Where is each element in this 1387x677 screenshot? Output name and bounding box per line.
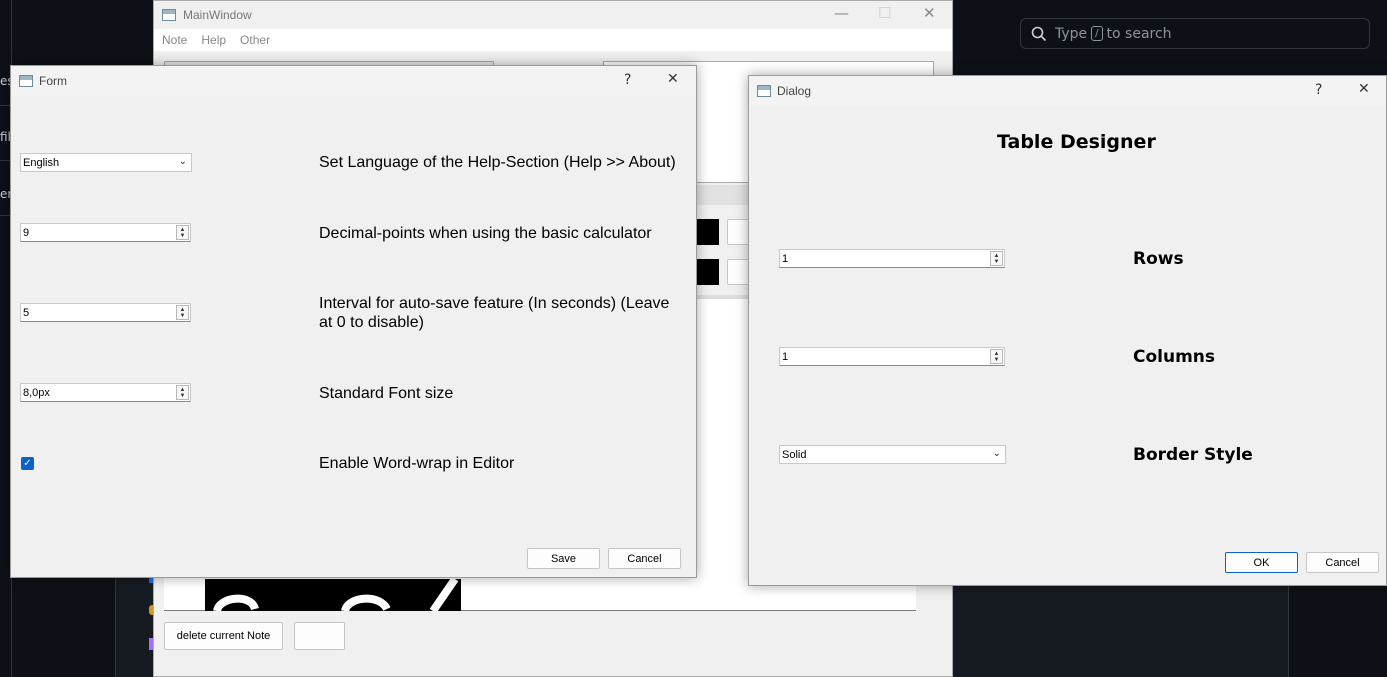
- app-icon: [757, 85, 771, 97]
- form-title: Form: [39, 74, 67, 88]
- color-swatch[interactable]: [694, 219, 719, 245]
- wordwrap-checkbox[interactable]: ✓: [21, 457, 34, 470]
- help-icon[interactable]: ?: [1315, 82, 1322, 98]
- chevron-down-icon: ⌄: [992, 448, 1001, 459]
- fontsize-label: Standard Font size: [319, 385, 454, 402]
- spin-arrows-icon[interactable]: ▲ ▼: [990, 349, 1003, 364]
- cancel-button[interactable]: Cancel: [1306, 552, 1379, 573]
- language-select[interactable]: English ⌄: [20, 153, 192, 172]
- color-swatch[interactable]: [694, 259, 719, 285]
- rows-value: 1: [782, 252, 789, 265]
- decimal-label: Decimal-points when using the basic calc…: [319, 225, 652, 242]
- rows-spinbox[interactable]: 1 ▲ ▼: [779, 249, 1005, 268]
- search-placeholder: to search: [1106, 25, 1172, 42]
- rows-label: Rows: [1133, 249, 1184, 269]
- save-button[interactable]: Save: [527, 548, 600, 569]
- language-value: English: [23, 156, 60, 169]
- spin-arrows-icon[interactable]: ▲ ▼: [176, 385, 189, 400]
- autosave-value: 5: [23, 306, 30, 319]
- menu-other[interactable]: Other: [240, 33, 270, 47]
- delete-note-button[interactable]: delete current Note: [164, 622, 283, 650]
- close-icon[interactable]: ✕: [923, 4, 936, 22]
- search-input[interactable]: Type / to search: [1020, 18, 1370, 49]
- close-icon[interactable]: ✕: [667, 71, 679, 87]
- fontsize-spinbox[interactable]: 8,0px ▲ ▼: [20, 383, 191, 402]
- cancel-button[interactable]: Cancel: [608, 548, 681, 569]
- decimal-value: 9: [23, 226, 30, 239]
- chevron-down-icon: ⌄: [178, 156, 187, 167]
- ok-button[interactable]: OK: [1225, 552, 1298, 573]
- search-icon: [1031, 26, 1047, 41]
- table-dialog: Dialog ? ✕ Table Designer 1 ▲ ▼ Rows 1 ▲ ▼…: [748, 75, 1387, 586]
- main-window-title: MainWindow: [183, 8, 252, 22]
- search-placeholder: Type: [1055, 25, 1088, 42]
- background-right-panel: [953, 585, 1289, 677]
- menu-help[interactable]: Help: [201, 33, 226, 47]
- app-icon: [19, 75, 33, 87]
- search-shortcut-key: /: [1091, 26, 1103, 41]
- spin-arrows-icon[interactable]: ▲ ▼: [990, 251, 1003, 266]
- dialog-heading: Table Designer: [997, 131, 1156, 153]
- menu-bar: Note Help Other: [154, 29, 952, 51]
- fontsize-value: 8,0px: [23, 386, 50, 399]
- wordwrap-label: Enable Word-wrap in Editor: [319, 455, 515, 472]
- form-dialog: Form ? ✕ English ⌄ Set Language of the H…: [10, 65, 697, 578]
- dialog-title: Dialog: [777, 84, 812, 98]
- help-icon[interactable]: ?: [624, 72, 631, 88]
- autosave-spinbox[interactable]: 5 ▲ ▼: [20, 303, 191, 322]
- columns-label: Columns: [1133, 347, 1216, 367]
- form-titlebar: Form: [11, 66, 696, 96]
- image-glyphs: [213, 579, 459, 611]
- columns-spinbox[interactable]: 1 ▲ ▼: [779, 347, 1005, 366]
- spin-arrows-icon[interactable]: ▲ ▼: [176, 225, 189, 240]
- blank-button[interactable]: [294, 622, 345, 650]
- language-label: Set Language of the Help-Section (Help >…: [319, 154, 676, 171]
- main-titlebar: MainWindow: [154, 1, 952, 29]
- decimal-spinbox[interactable]: 9 ▲ ▼: [20, 223, 191, 242]
- app-icon: [162, 9, 176, 21]
- minimize-icon[interactable]: —: [834, 4, 849, 22]
- close-icon[interactable]: ✕: [1358, 81, 1370, 97]
- maximize-icon[interactable]: ☐: [878, 4, 891, 22]
- autosave-label: Interval for auto-save feature (In secon…: [319, 295, 670, 331]
- dialog-titlebar: Dialog: [749, 76, 1386, 106]
- spin-arrows-icon[interactable]: ▲ ▼: [176, 305, 189, 320]
- border-style-value: Solid: [782, 448, 807, 461]
- editor-image: [205, 579, 461, 611]
- border-style-select[interactable]: Solid ⌄: [779, 445, 1006, 464]
- border-style-label: Border Style: [1133, 445, 1253, 465]
- columns-value: 1: [782, 350, 789, 363]
- menu-note[interactable]: Note: [162, 33, 187, 47]
